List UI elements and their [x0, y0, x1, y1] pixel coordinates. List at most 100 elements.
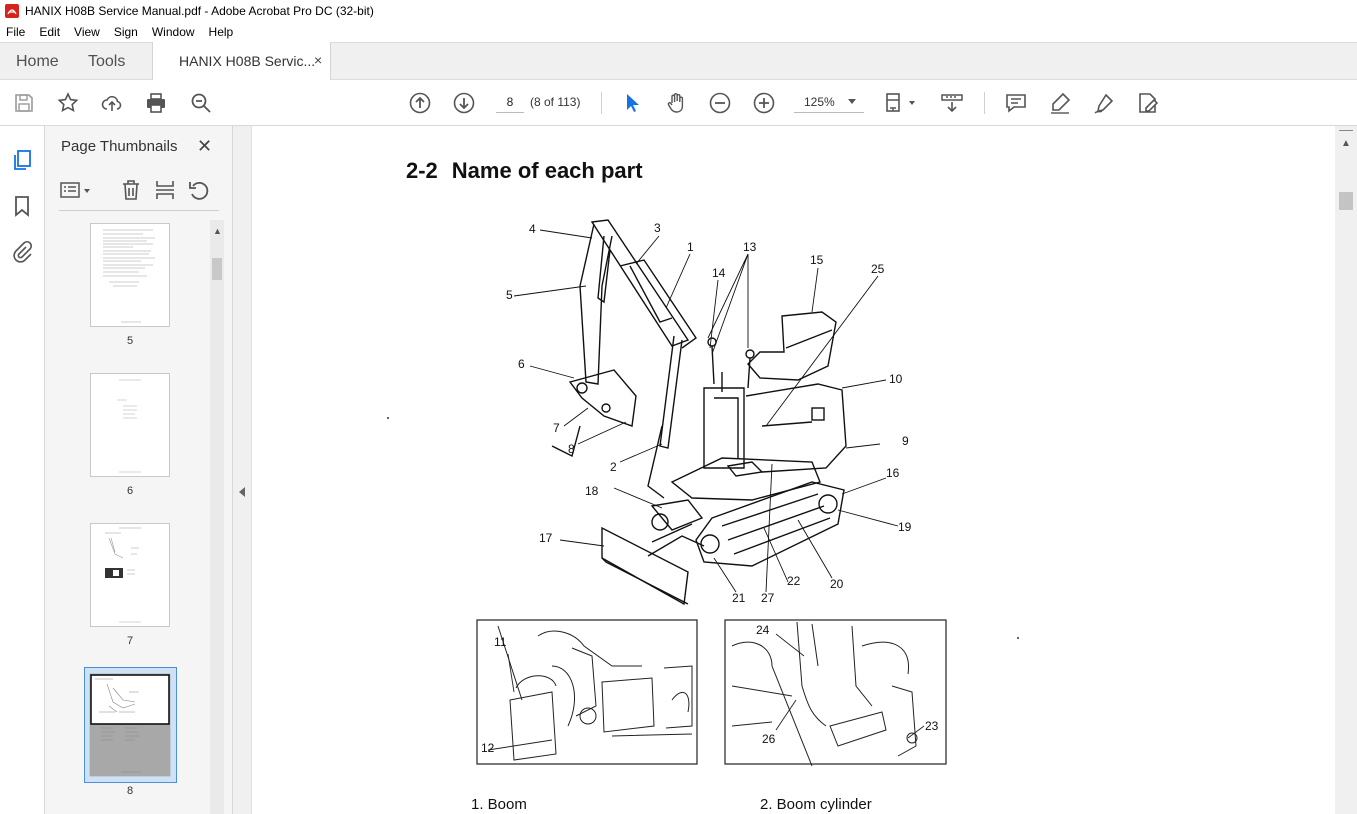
callout-label: 14	[712, 266, 726, 280]
menu-sign[interactable]: Sign	[114, 25, 138, 39]
callout-label: 21	[732, 591, 746, 605]
document-tab-label: HANIX H08B Servic...	[179, 53, 316, 69]
toolbar-divider	[984, 92, 985, 114]
thumbnail-scrollbar[interactable]: ▲	[210, 220, 224, 814]
page-5-preview	[103, 229, 155, 323]
document-scrollbar[interactable]: ▲	[1335, 126, 1357, 814]
options-menu-icon[interactable]	[59, 178, 93, 202]
callout-label: 20	[830, 577, 844, 591]
callout-label: 18	[585, 484, 599, 498]
callout-label: 5	[506, 288, 513, 302]
callout-label: 22	[787, 574, 801, 588]
menu-window[interactable]: Window	[152, 25, 195, 39]
panel-divider	[59, 210, 219, 211]
tab-bar: Home Tools HANIX H08B Servic... ×	[0, 42, 1357, 80]
rotate-icon[interactable]	[187, 178, 211, 202]
callout-label: 4	[529, 222, 536, 236]
title-bar: HANIX H08B Service Manual.pdf - Adobe Ac…	[0, 0, 1357, 22]
zoom-out-icon[interactable]	[708, 91, 732, 115]
zoom-value: 125%	[804, 95, 835, 109]
callout-label: 16	[886, 466, 900, 480]
thumbnail-page-7[interactable]	[90, 523, 170, 627]
tab-document[interactable]: HANIX H08B Servic... ×	[152, 42, 331, 80]
callout-label: 23	[925, 719, 939, 733]
scroll-up-icon[interactable]: ▲	[1341, 138, 1351, 149]
highlight-icon[interactable]	[1048, 91, 1072, 115]
bookmark-icon[interactable]	[10, 194, 34, 218]
caption-boom-cylinder: 2. Boom cylinder	[760, 796, 872, 813]
callout-label: 7	[553, 421, 560, 435]
thumbnail-page-8-selected[interactable]	[84, 667, 177, 783]
callout-label: 24	[756, 623, 770, 637]
prev-page-icon[interactable]	[408, 91, 432, 115]
callout-label: 10	[889, 372, 903, 386]
close-tab-icon[interactable]: ×	[314, 52, 322, 68]
thumbnail-label: 6	[126, 485, 134, 497]
menu-help[interactable]: Help	[209, 25, 234, 39]
insert-page-icon[interactable]	[153, 178, 177, 202]
page-thumbnails-icon[interactable]	[10, 148, 34, 172]
menu-edit[interactable]: Edit	[39, 25, 60, 39]
scroll-mode-icon[interactable]	[940, 91, 964, 115]
page-7-preview	[105, 527, 141, 623]
sign-icon[interactable]	[1092, 91, 1116, 115]
page-number-input[interactable]: 8	[496, 91, 524, 113]
callout-label: 6	[518, 357, 525, 371]
menu-bar: File Edit View Sign Window Help	[0, 22, 1357, 42]
collapse-left-icon	[239, 487, 245, 497]
callout-label: 3	[654, 221, 661, 235]
page-count: (8 of 113)	[530, 95, 581, 109]
panel-collapse-handle[interactable]	[233, 126, 252, 814]
panel-title: Page Thumbnails	[61, 138, 178, 155]
tab-tools[interactable]: Tools	[88, 53, 125, 71]
callout-label: 2	[610, 460, 617, 474]
callout-label: 27	[761, 591, 775, 605]
chevron-down-icon	[848, 99, 856, 104]
toolbar: 8 (8 of 113) 125%	[0, 80, 1357, 126]
toolbar-divider	[601, 92, 602, 114]
scrollbar-knob[interactable]	[1339, 192, 1353, 210]
callout-label: 1	[687, 240, 694, 254]
zoom-in-icon[interactable]	[752, 91, 776, 115]
acrobat-icon	[5, 4, 19, 18]
scroll-up-icon[interactable]: ▲	[213, 226, 222, 236]
zoom-select[interactable]: 125%	[794, 91, 864, 113]
upload-icon[interactable]	[100, 91, 124, 115]
scrollbar-knob[interactable]	[212, 258, 222, 280]
callout-label: 13	[743, 240, 757, 254]
print-icon[interactable]	[144, 91, 168, 115]
thumbnail-page-6[interactable]	[90, 373, 170, 477]
navigation-rail	[0, 126, 45, 814]
panel-toolbar	[59, 178, 219, 206]
scrollbar-top-line	[1339, 130, 1353, 131]
thumbnail-page-5[interactable]	[90, 223, 170, 327]
callout-label: 12	[481, 741, 495, 755]
next-page-icon[interactable]	[452, 91, 476, 115]
caption-boom: 1. Boom	[471, 796, 527, 813]
callout-label: 19	[898, 520, 912, 534]
bookmark-star-icon[interactable]	[56, 91, 80, 115]
window-title: HANIX H08B Service Manual.pdf - Adobe Ac…	[25, 4, 374, 18]
comment-icon[interactable]	[1004, 91, 1028, 115]
save-icon[interactable]	[12, 91, 36, 115]
hand-icon[interactable]	[664, 91, 688, 115]
attachment-icon[interactable]	[10, 240, 34, 264]
page-8-preview	[89, 673, 171, 777]
page-6-preview	[117, 379, 141, 473]
thumbnail-label: 5	[126, 335, 134, 347]
tab-home[interactable]: Home	[16, 53, 59, 71]
menu-view[interactable]: View	[74, 25, 100, 39]
delete-icon[interactable]	[119, 178, 143, 202]
edit-pdf-icon[interactable]	[1136, 91, 1160, 115]
document-view[interactable]: 2-2 Name of each part 4 3 1 13 14 15 25 …	[252, 126, 1335, 814]
zoom-search-icon[interactable]	[189, 91, 213, 115]
close-panel-icon[interactable]: ✕	[197, 136, 212, 157]
callout-label: 25	[871, 262, 885, 276]
select-arrow-icon[interactable]	[620, 91, 644, 115]
menu-file[interactable]: File	[6, 25, 25, 39]
excavator-diagram	[387, 219, 1019, 767]
callout-label: 8	[568, 442, 575, 456]
fit-page-icon[interactable]	[884, 91, 918, 115]
thumbnail-label: 8	[126, 785, 134, 797]
callout-label: 17	[539, 531, 553, 545]
